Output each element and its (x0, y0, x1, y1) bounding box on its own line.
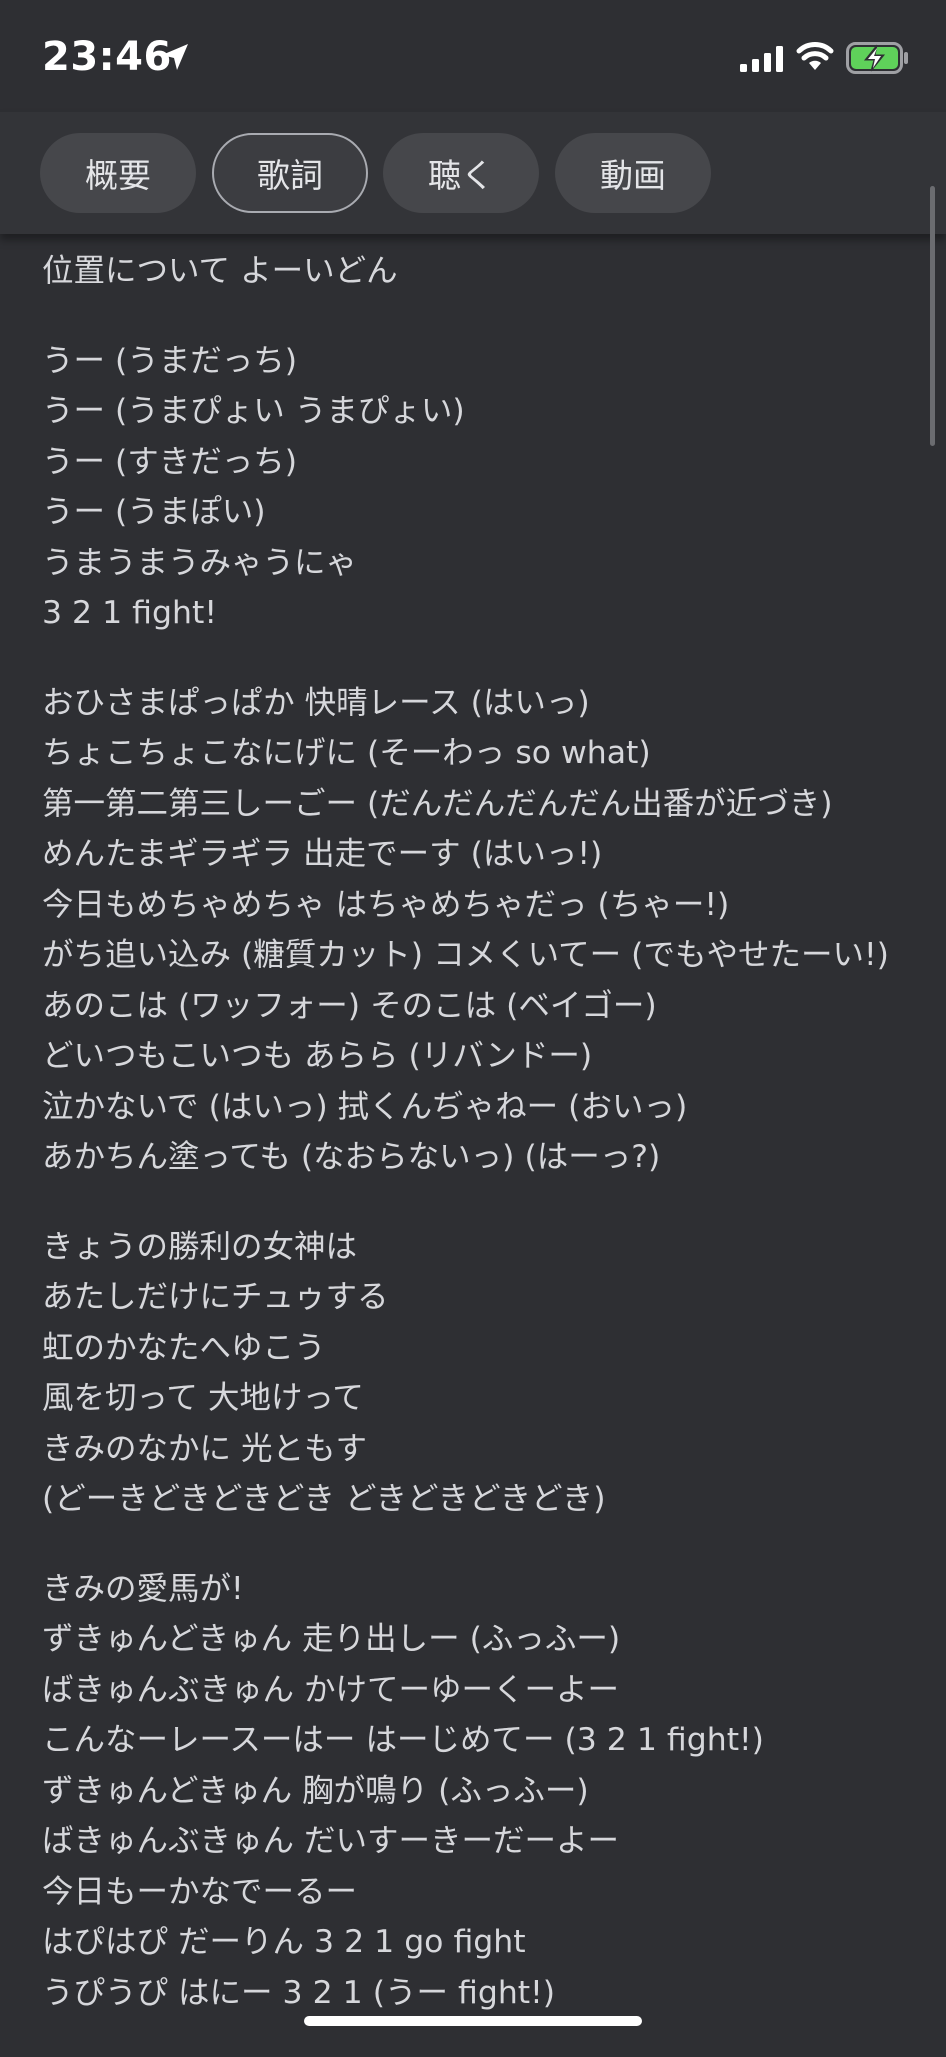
lyrics-stanza: うー (うまだっち) うー (うまぴょい うまぴょい) うー (すきだっち) う… (42, 336, 922, 639)
battery-charging-icon (846, 42, 910, 78)
lyric-line: うー (すきだっち) (42, 443, 298, 480)
lyrics-stanza: おひさまぱっぱか 快晴レース (はいっ) ちょこちょこなにげに (そーわっ so… (42, 678, 922, 1183)
lyric-line: きみのなかに 光ともす (42, 1430, 368, 1467)
lyric-line: めんたまギラギラ 出走でーす (はいっ!) (42, 836, 603, 872)
lyric-line: 今日もーかなでーるー (42, 1873, 358, 1910)
lyric-line: あたしだけにチュゥする (42, 1279, 389, 1315)
lyric-line: うー (うまぽい) (42, 494, 266, 530)
lyric-line: 風を切って 大地けって (42, 1380, 364, 1416)
tab-video[interactable]: 動画 (555, 133, 711, 213)
status-bar: 23:46 (0, 0, 946, 112)
lyric-line: ずきゅんどきゅん 走り出しー (ふっふー) (42, 1621, 621, 1657)
cellular-signal-icon (740, 46, 784, 76)
home-indicator[interactable] (304, 2016, 642, 2026)
lyrics-content: 位置について よーいどん うー (うまだっち) うー (うまぴょい うまぴょい)… (42, 246, 922, 2057)
wifi-icon (796, 40, 834, 76)
lyric-line: うぴうぴ はにー 3 2 1 (うー fight!) (42, 1974, 556, 2011)
scrollbar-thumb[interactable] (930, 186, 935, 446)
tab-overview[interactable]: 概要 (40, 133, 196, 213)
location-arrow-icon (160, 42, 190, 76)
lyric-line: はぴはぴ だーりん 3 2 1 go fight (42, 1924, 526, 1960)
lyric-line: 今日もめちゃめちゃ はちゃめちゃだっ (ちゃー!) (42, 886, 730, 923)
tab-bar: 概要 歌詞 聴く 動画 (0, 112, 946, 234)
lyric-line: あかちん塗っても (なおらないっ) (はーっ?) (42, 1139, 661, 1175)
lyric-line: おひさまぱっぱか 快晴レース (はいっ) (42, 684, 590, 721)
tab-listen[interactable]: 聴く (383, 133, 539, 213)
lyric-line: こんなーレースーはー はーじめてー (3 2 1 fight!) (42, 1722, 764, 1758)
lyric-line: ばきゅんぶきゅん かけてーゆーくーよー (42, 1671, 620, 1708)
lyric-line: きょうの勝利の女神は (42, 1228, 358, 1265)
lyric-line: 3 2 1 fight! (42, 595, 217, 631)
lyric-line: うー (うまだっち) (42, 342, 298, 379)
lyric-line: うー (うまぴょい うまぴょい) (42, 393, 465, 429)
lyric-line: うまうまうみゃうにゃ (42, 544, 358, 581)
lyric-line: 泣かないで (はいっ) 拭くんぢゃねー (おいっ) (42, 1088, 688, 1125)
tab-lyrics[interactable]: 歌詞 (212, 133, 368, 213)
lyric-line: がち追い込み (糖質カット) コメくいてー (でもやせたーい!) (42, 937, 889, 973)
lyric-line: あのこは (ワッフォー) そのこは (ベイゴー) (42, 987, 657, 1024)
lyrics-stanza: きょうの勝利の女神は あたしだけにチュゥする 虹のかなたへゆこう 風を切って 大… (42, 1222, 922, 1525)
lyric-line: 第一第二第三しーごー (だんだんだんだん出番が近づき) (42, 785, 833, 822)
lyrics-stanza: 位置について よーいどん (42, 246, 922, 297)
lyrics-stanza: きみの愛馬が! ずきゅんどきゅん 走り出しー (ふっふー) ばきゅんぶきゅん か… (42, 1564, 922, 2019)
lyric-line: ばきゅんぶきゅん だいすーきーだーよー (42, 1823, 620, 1859)
lyric-line: どいつもこいつも あらら (リバンドー) (42, 1038, 593, 1074)
lyric-line: 虹のかなたへゆこう (42, 1329, 326, 1366)
status-time: 23:46 (42, 34, 172, 80)
lyric-line: ずきゅんどきゅん 胸が鳴り (ふっふー) (42, 1772, 589, 1809)
lyric-line: きみの愛馬が! (42, 1570, 244, 1607)
lyric-line: (どーきどきどきどき どきどきどきどき) (42, 1481, 606, 1517)
lyric-line: ちょこちょこなにげに (そーわっ so what) (42, 735, 651, 771)
lyric-line: 位置について よーいどん (42, 253, 398, 289)
